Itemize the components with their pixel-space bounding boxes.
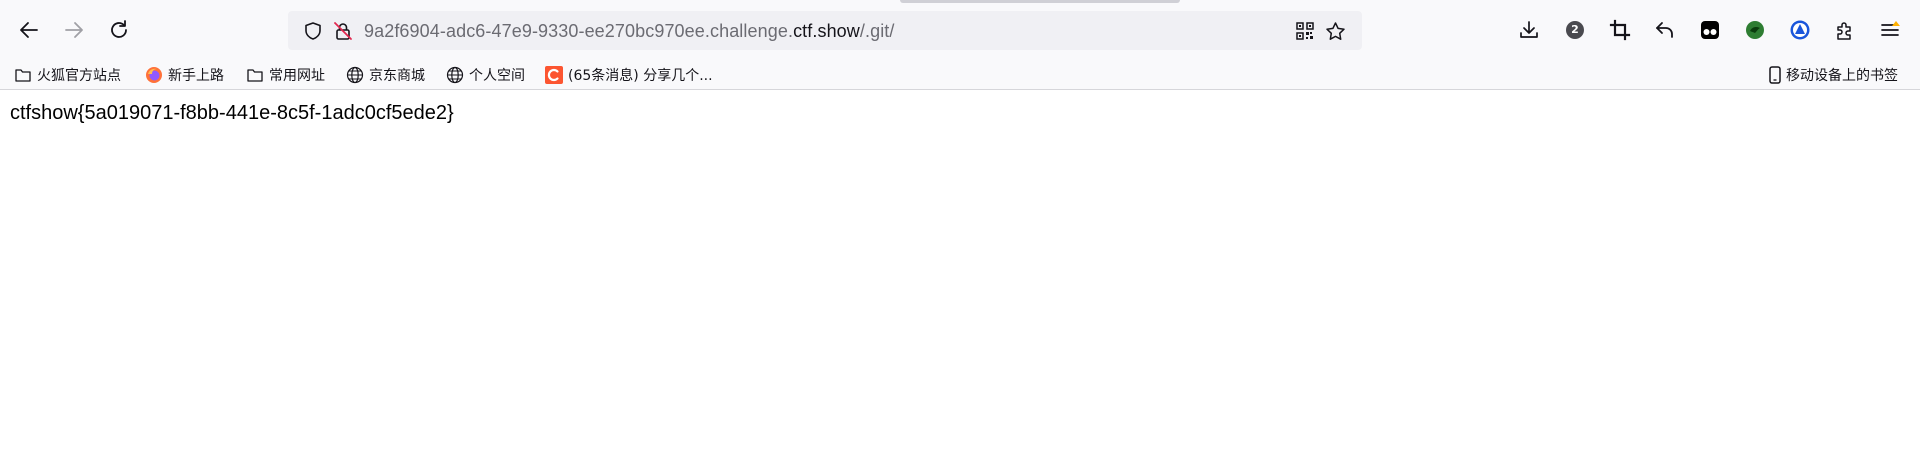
back-button[interactable] xyxy=(14,15,44,45)
blue-extension-icon[interactable] xyxy=(1785,15,1815,45)
extension-badge-icon[interactable]: 2 xyxy=(1560,15,1590,45)
forward-button[interactable] xyxy=(59,15,89,45)
globe-icon xyxy=(446,66,464,84)
bookmark-label: 新手上路 xyxy=(168,68,224,84)
downloads-icon[interactable] xyxy=(1514,15,1544,45)
globe-icon xyxy=(346,66,364,84)
browser-toolbar: 9a2f6904-adc6-47e9-9330-ee270bc970ee.cha… xyxy=(0,0,1920,60)
back-arrow-icon xyxy=(20,22,38,38)
folder-icon xyxy=(14,66,32,84)
crop-screenshot-icon[interactable] xyxy=(1605,15,1635,45)
firefox-icon xyxy=(145,66,163,84)
csdn-icon xyxy=(545,66,563,84)
bookmark-label: (65条消息) 分享几个... xyxy=(568,68,713,84)
mobile-bookmarks-folder[interactable]: 移动设备上的书签 xyxy=(1766,63,1898,87)
url-host-prefix: 9a2f6904-adc6-47e9-9330-ee270bc970ee.cha… xyxy=(364,21,794,41)
bookmark-label: 常用网址 xyxy=(269,68,325,84)
shield-icon[interactable] xyxy=(302,20,324,42)
extensions-puzzle-icon[interactable] xyxy=(1830,15,1860,45)
bookmarks-toolbar: 火狐官方站点 新手上路 常用网址 京东商城 个人空间 (65条消息) 分享几个.… xyxy=(0,60,1920,90)
reload-icon xyxy=(111,20,127,38)
tab-strip-edge xyxy=(900,0,1180,3)
mobile-device-icon xyxy=(1766,66,1784,84)
bookmark-item[interactable]: (65条消息) 分享几个... xyxy=(545,63,713,87)
bookmark-star-icon[interactable] xyxy=(1324,20,1346,42)
bookmark-item[interactable]: 京东商城 xyxy=(346,63,425,87)
undo-close-tab-icon[interactable] xyxy=(1650,15,1680,45)
url-path: /.git/ xyxy=(859,21,895,41)
bookmark-label: 火狐官方站点 xyxy=(37,68,121,84)
bookmark-item[interactable]: 个人空间 xyxy=(446,63,525,87)
qr-code-icon[interactable] xyxy=(1294,20,1316,42)
bookmark-label: 京东商城 xyxy=(369,68,425,84)
menu-icon[interactable] xyxy=(1875,15,1905,45)
bookmark-item[interactable]: 常用网址 xyxy=(246,63,325,87)
url-domain: ctf.show xyxy=(793,21,860,41)
forward-arrow-icon xyxy=(65,22,83,38)
reload-button[interactable] xyxy=(104,15,134,45)
folder-icon xyxy=(246,66,264,84)
mobile-bookmarks-label: 移动设备上的书签 xyxy=(1786,68,1898,84)
url-text[interactable]: 9a2f6904-adc6-47e9-9330-ee270bc970ee.cha… xyxy=(364,20,895,42)
tampermonkey-icon[interactable] xyxy=(1695,15,1725,45)
insecure-lock-icon[interactable] xyxy=(332,20,354,42)
bookmark-item[interactable]: 火狐官方站点 xyxy=(14,63,121,87)
bookmark-item[interactable]: 新手上路 xyxy=(145,63,224,87)
address-bar[interactable]: 9a2f6904-adc6-47e9-9330-ee270bc970ee.cha… xyxy=(288,11,1362,50)
bookmark-label: 个人空间 xyxy=(469,68,525,84)
page-flag-text: ctfshow{5a019071-f8bb-441e-8c5f-1adc0cf5… xyxy=(10,102,454,124)
green-extension-icon[interactable] xyxy=(1740,15,1770,45)
extension-badge-count: 2 xyxy=(1571,23,1579,36)
